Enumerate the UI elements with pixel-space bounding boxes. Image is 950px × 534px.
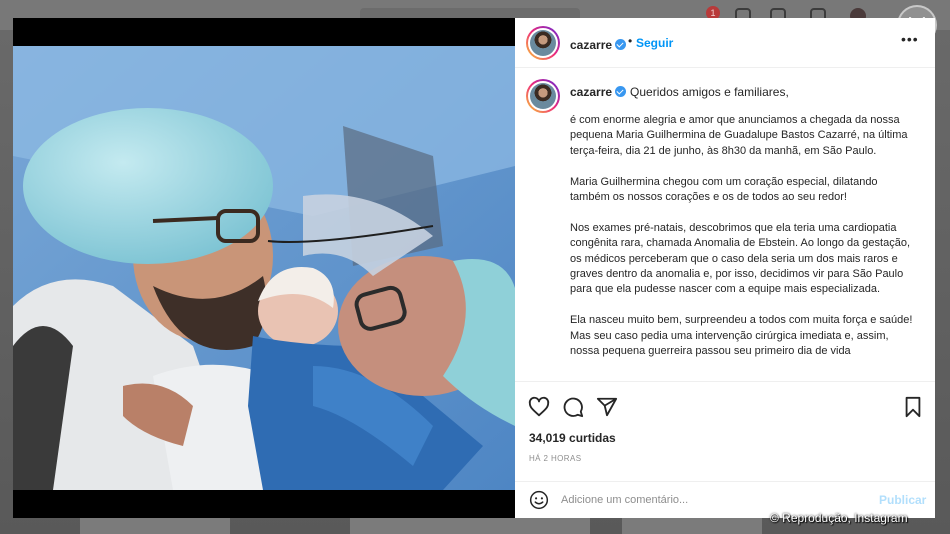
caption-paragraph: Maria Guilhermina chegou com um coração … bbox=[570, 175, 878, 204]
post-side-panel: cazarre • Seguir ••• cazarre Queridos ami… bbox=[515, 18, 935, 518]
follow-button[interactable]: Seguir bbox=[636, 36, 673, 50]
caption-text: é com enorme alegria e amor que anunciam… bbox=[570, 113, 920, 375]
bookmark-icon[interactable] bbox=[903, 396, 923, 418]
post-photo[interactable] bbox=[13, 46, 515, 490]
comment-icon[interactable] bbox=[562, 396, 584, 418]
username-link[interactable]: cazarre bbox=[570, 38, 612, 52]
caption-header: cazarre Queridos amigos e familiares, bbox=[570, 85, 789, 99]
separator-dot: • bbox=[628, 34, 633, 48]
post-actions: 34,019 curtidas HÁ 2 HORAS bbox=[515, 381, 935, 481]
verified-badge-icon bbox=[615, 86, 627, 97]
username-link[interactable]: cazarre bbox=[570, 85, 612, 99]
caption-paragraph: Nos exames pré-natais, descobrimos que e… bbox=[570, 221, 911, 296]
post-media bbox=[13, 18, 515, 518]
caption-scroll-area[interactable]: cazarre Queridos amigos e familiares, é c… bbox=[515, 69, 935, 381]
more-options-button[interactable]: ••• bbox=[901, 31, 919, 47]
background-tile bbox=[350, 518, 590, 534]
post-modal: cazarre • Seguir ••• cazarre Queridos ami… bbox=[13, 18, 935, 518]
background-tile bbox=[80, 518, 230, 534]
profile-photo bbox=[530, 30, 556, 56]
post-timestamp[interactable]: HÁ 2 HORAS bbox=[529, 454, 581, 463]
publish-button[interactable]: Publicar bbox=[879, 493, 926, 507]
photo-credit: © Reprodução, Instagram bbox=[770, 511, 908, 525]
header-user: cazarre bbox=[570, 36, 627, 54]
background-tile bbox=[622, 518, 762, 534]
share-icon[interactable] bbox=[596, 396, 618, 418]
caption-paragraph: é com enorme alegria e amor que anunciam… bbox=[570, 114, 908, 157]
likes-count[interactable]: 34,019 curtidas bbox=[529, 431, 616, 445]
heart-icon[interactable] bbox=[528, 396, 550, 418]
caption-first-line: Queridos amigos e familiares, bbox=[630, 85, 789, 99]
caption-paragraph: Ela nasceu muito bem, surpreendeu a todo… bbox=[570, 314, 913, 358]
verified-badge-icon bbox=[615, 39, 627, 50]
emoji-icon[interactable] bbox=[529, 490, 549, 510]
comment-input[interactable] bbox=[561, 488, 861, 512]
post-header: cazarre • Seguir ••• bbox=[515, 18, 935, 68]
newborn-photo bbox=[13, 46, 515, 490]
avatar[interactable] bbox=[526, 79, 560, 113]
avatar[interactable] bbox=[526, 26, 560, 60]
profile-photo bbox=[530, 83, 556, 109]
